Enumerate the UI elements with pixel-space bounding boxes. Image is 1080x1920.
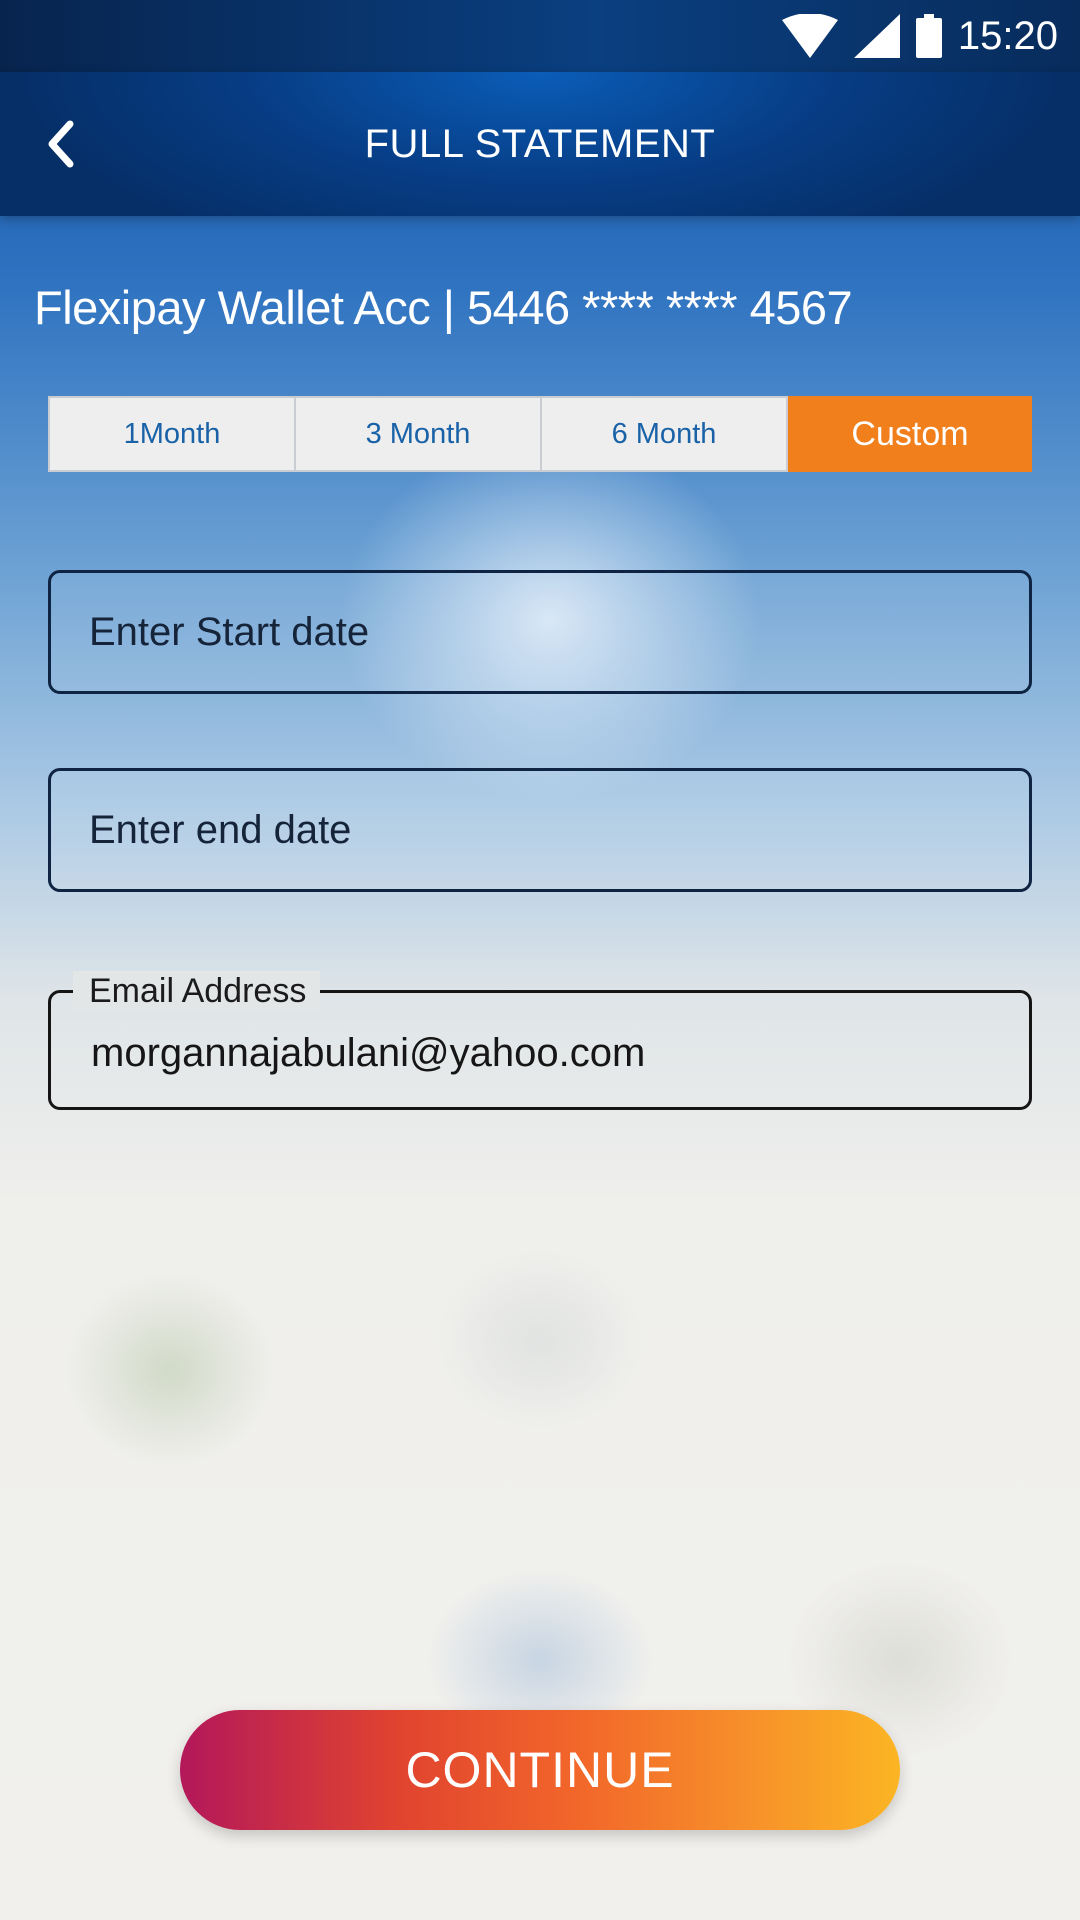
status-icons: 15:20	[781, 10, 1058, 62]
tab-3-month[interactable]: 3 Month	[296, 398, 542, 470]
continue-button[interactable]: CONTINUE	[180, 1710, 900, 1830]
app-bar: FULL STATEMENT	[0, 72, 1080, 216]
cell-signal-icon	[853, 14, 900, 58]
status-bar: 15:20	[0, 0, 1080, 72]
tab-1-month[interactable]: 1Month	[50, 398, 296, 470]
email-field[interactable]: Email Address morgannajabulani@yahoo.com	[48, 971, 1032, 1110]
end-date-field[interactable]: Enter end date	[48, 768, 1032, 892]
wifi-icon	[781, 14, 838, 58]
tab-custom[interactable]: Custom	[788, 396, 1032, 472]
email-label: Email Address	[73, 971, 321, 1011]
start-date-field[interactable]: Enter Start date	[48, 570, 1032, 694]
page-title: FULL STATEMENT	[364, 122, 716, 166]
battery-icon	[915, 14, 942, 58]
email-value[interactable]: morgannajabulani@yahoo.com	[91, 1031, 645, 1076]
account-title: Flexipay Wallet Acc | 5446 **** **** 456…	[34, 281, 853, 334]
period-selector: 1Month 3 Month 6 Month Custom	[48, 396, 1032, 472]
status-time: 15:20	[957, 13, 1058, 58]
tab-6-month[interactable]: 6 Month	[542, 398, 788, 470]
